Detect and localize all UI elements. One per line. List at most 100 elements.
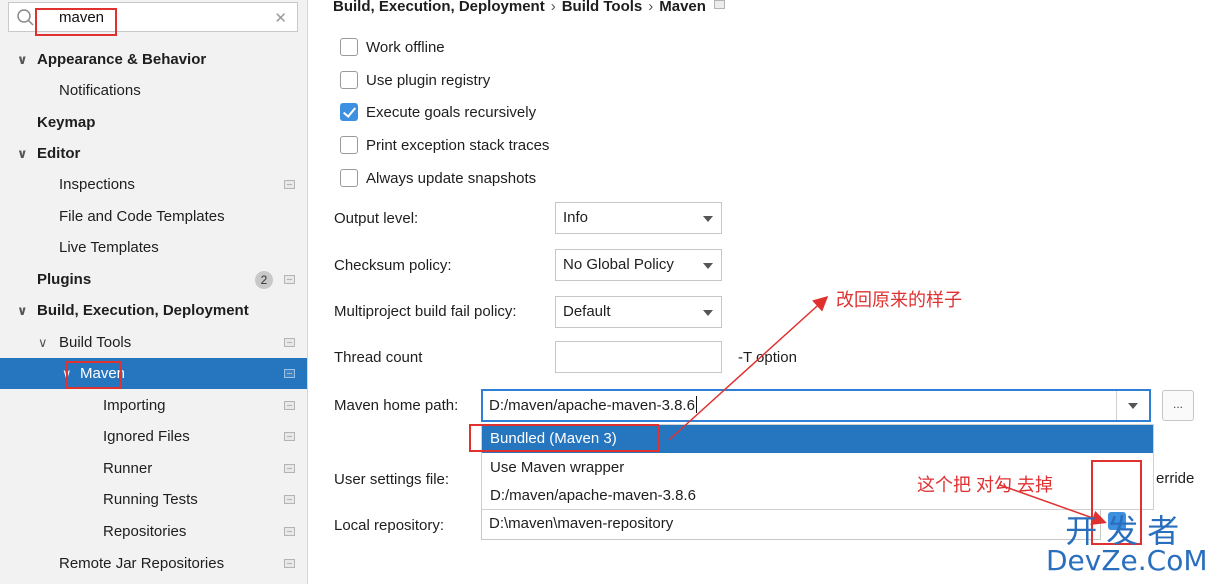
override-label-partial: erride xyxy=(1156,470,1195,487)
sidebar-item-build-tools[interactable]: ∨ Build Tools xyxy=(0,327,307,358)
output-level-label: Output level: xyxy=(334,210,419,227)
sidebar-item-keymap[interactable]: Keymap xyxy=(0,107,307,138)
checksum-policy-label: Checksum policy: xyxy=(334,257,452,274)
chevron-down-icon[interactable]: ∨ xyxy=(38,327,48,358)
project-scope-icon xyxy=(284,559,295,568)
sidebar-item-plugins[interactable]: Plugins 2 xyxy=(0,264,307,295)
project-scope-icon xyxy=(713,0,725,9)
work-offline-checkbox[interactable] xyxy=(340,38,358,56)
sidebar-item-label: Build Tools xyxy=(59,334,132,351)
project-scope-icon xyxy=(284,401,295,410)
plugins-update-badge: 2 xyxy=(255,271,273,289)
sidebar-item-label: Editor xyxy=(37,145,81,162)
sidebar-item-file-code-templates[interactable]: File and Code Templates xyxy=(0,201,307,232)
user-settings-label: User settings file: xyxy=(334,471,450,488)
fail-policy-select[interactable]: Default xyxy=(555,296,722,328)
sidebar-item-remote-jar-repositories[interactable]: Remote Jar Repositories xyxy=(0,548,307,579)
sidebar-item-inspections[interactable]: Inspections xyxy=(0,169,307,200)
sidebar-item-label: Inspections xyxy=(59,176,135,193)
dropdown-arrow-icon[interactable] xyxy=(1128,403,1138,409)
execute-goals-recursively-checkbox[interactable] xyxy=(340,103,358,121)
devze-watermark-logo: 开发者 DevZe.CoM xyxy=(1046,515,1205,575)
sidebar-item-label: Repositories xyxy=(103,523,187,540)
watermark-cn-text: 开发者 xyxy=(1065,512,1189,550)
project-scope-icon xyxy=(284,495,295,504)
local-repository-label: Local repository: xyxy=(334,517,445,534)
sidebar-item-label: Build, Execution, Deployment xyxy=(37,302,249,319)
watermark-en-text: DevZe.CoM xyxy=(1046,544,1205,577)
combo-divider xyxy=(1116,391,1117,420)
sidebar-item-maven[interactable]: ∨ Maven xyxy=(0,358,307,389)
checkbox-label: Use plugin registry xyxy=(366,72,491,89)
fail-policy-value: Default xyxy=(563,303,611,320)
sidebar-item-label: Keymap xyxy=(37,114,96,131)
project-scope-icon xyxy=(284,369,295,378)
chevron-down-icon[interactable]: ∨ xyxy=(17,44,28,75)
output-level-select[interactable]: Info xyxy=(555,202,722,234)
dropdown-arrow-icon xyxy=(703,310,713,316)
annotation-revert-text: 改回原来的样子 xyxy=(836,290,962,310)
always-update-snapshots-checkbox[interactable] xyxy=(340,169,358,187)
sidebar-item-label: Ignored Files xyxy=(103,428,190,445)
dropdown-arrow-icon xyxy=(703,216,713,222)
annotation-box-bundled xyxy=(469,424,659,452)
thread-count-label: Thread count xyxy=(334,349,423,366)
breadcrumb: Build, Execution, Deployment › Build Tools… xyxy=(333,0,725,15)
settings-sidebar: maven ✕ ∨ Appearance & Behavior Notifica… xyxy=(0,0,308,584)
sidebar-item-label: Live Templates xyxy=(59,239,159,256)
sidebar-item-label: Remote Jar Repositories xyxy=(59,555,225,572)
thread-count-suffix: -T option xyxy=(738,349,797,366)
breadcrumb-separator-icon: › xyxy=(648,0,654,15)
sidebar-item-importing[interactable]: Importing xyxy=(0,390,307,421)
local-repository-input[interactable]: D:\maven\maven-repository xyxy=(481,508,1101,540)
project-scope-icon xyxy=(284,432,295,441)
sidebar-item-label: File and Code Templates xyxy=(59,208,225,225)
project-scope-icon xyxy=(284,275,295,284)
browse-button[interactable]: ... xyxy=(1162,390,1194,421)
sidebar-item-label: Appearance & Behavior xyxy=(37,51,207,68)
sidebar-item-label: Plugins xyxy=(37,271,92,288)
sidebar-item-runner[interactable]: Runner xyxy=(0,453,307,484)
output-level-value: Info xyxy=(563,209,589,226)
sidebar-item-running-tests[interactable]: Running Tests xyxy=(0,484,307,515)
sidebar-item-label: Running Tests xyxy=(103,491,198,508)
sidebar-item-editor[interactable]: ∨ Editor xyxy=(0,138,307,169)
chevron-down-icon[interactable]: ∨ xyxy=(17,138,28,169)
annotation-box-maven xyxy=(66,361,122,389)
project-scope-icon xyxy=(284,527,295,536)
chevron-down-icon[interactable]: ∨ xyxy=(17,295,28,326)
project-scope-icon xyxy=(284,464,295,473)
checkbox-label: Work offline xyxy=(366,39,445,56)
thread-count-input[interactable] xyxy=(555,341,722,373)
breadcrumb-item: Build Tools xyxy=(561,0,643,15)
sidebar-item-label: Importing xyxy=(103,397,166,414)
sidebar-item-notifications[interactable]: Notifications xyxy=(0,75,307,106)
checksum-policy-value: No Global Policy xyxy=(563,256,674,273)
checkbox-label: Execute goals recursively xyxy=(366,104,537,121)
sidebar-item-ignored-files[interactable]: Ignored Files xyxy=(0,421,307,452)
project-scope-icon xyxy=(284,180,295,189)
sidebar-item-repositories[interactable]: Repositories xyxy=(0,516,307,547)
clear-search-icon[interactable]: ✕ xyxy=(274,9,287,27)
use-plugin-registry-checkbox[interactable] xyxy=(340,71,358,89)
breadcrumb-item: Maven xyxy=(659,0,706,15)
sidebar-item-build-execution-deployment[interactable]: ∨ Build, Execution, Deployment xyxy=(0,295,307,326)
search-icon xyxy=(17,9,34,26)
sidebar-item-appearance-behavior[interactable]: ∨ Appearance & Behavior xyxy=(0,44,307,75)
maven-home-value[interactable]: D:/maven/apache-maven-3.8.6 xyxy=(489,397,695,414)
breadcrumb-item: Build, Execution, Deployment xyxy=(333,0,545,15)
checkbox-label: Print exception stack traces xyxy=(366,137,550,154)
maven-home-combobox[interactable]: D:/maven/apache-maven-3.8.6 xyxy=(481,389,1151,422)
sidebar-item-label: Notifications xyxy=(59,82,141,99)
sidebar-item-label: Runner xyxy=(103,460,153,477)
fail-policy-label: Multiproject build fail policy: xyxy=(334,303,517,320)
sidebar-item-live-templates[interactable]: Live Templates xyxy=(0,232,307,263)
checksum-policy-select[interactable]: No Global Policy xyxy=(555,249,722,281)
dropdown-arrow-icon xyxy=(703,263,713,269)
annotation-uncheck-text: 这个把 对勾 去掉 xyxy=(917,475,1054,495)
maven-home-label: Maven home path: xyxy=(334,397,459,414)
print-exception-stack-traces-checkbox[interactable] xyxy=(340,136,358,154)
checkbox-label: Always update snapshots xyxy=(366,170,537,187)
breadcrumb-separator-icon: › xyxy=(550,0,556,15)
annotation-box-search xyxy=(35,8,117,36)
